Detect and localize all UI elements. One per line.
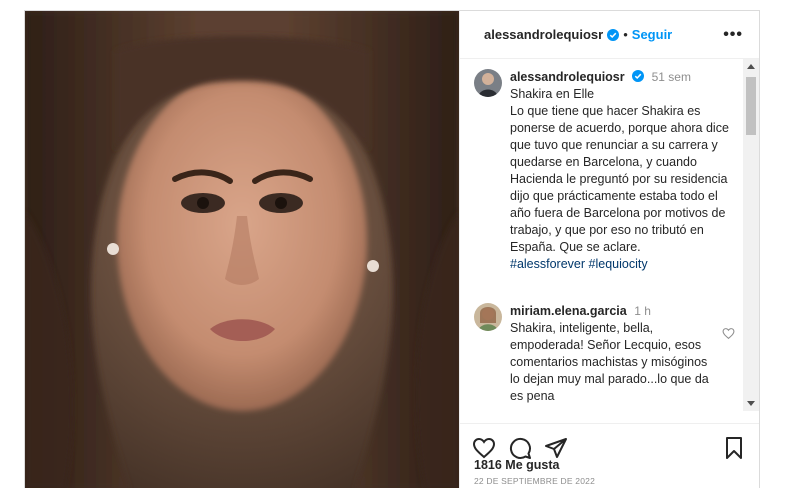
heart-icon[interactable] (472, 436, 496, 460)
post-date[interactable]: 22 DE SEPTIEMBRE DE 2022 (474, 476, 595, 486)
commenter-avatar[interactable] (474, 303, 502, 331)
author-username[interactable]: alessandrolequiosr (484, 27, 603, 42)
comment-username[interactable]: miriam.elena.garcia (510, 304, 627, 318)
likes-count[interactable]: 1816 Me gusta (474, 458, 559, 472)
instagram-post: alessandrolequiosr • Seguir ••• alessand… (24, 10, 760, 488)
more-options-icon[interactable]: ••• (723, 26, 743, 44)
comment-like-heart-icon[interactable] (722, 327, 735, 340)
scroll-thumb[interactable] (746, 77, 756, 135)
caption-text: Shakira en Elle Lo que tiene que hacer S… (510, 87, 729, 254)
author-avatar[interactable] (474, 69, 502, 97)
follow-button[interactable]: Seguir (632, 27, 672, 42)
comment-item: miriam.elena.garcia 1 h Shakira, intelig… (460, 273, 741, 405)
post-sidebar: alessandrolequiosr • Seguir ••• alessand… (459, 11, 759, 488)
caption-hashtags[interactable]: #alessforever #lequiocity (510, 256, 736, 273)
comments-list[interactable]: alessandrolequiosr 51 sem Shakira en Ell… (460, 59, 741, 411)
post-photo[interactable] (25, 11, 459, 488)
separator-dot: • (623, 27, 628, 42)
bookmark-icon[interactable] (722, 436, 746, 460)
caption: alessandrolequiosr 51 sem Shakira en Ell… (460, 59, 741, 273)
verified-badge-icon (607, 28, 620, 41)
share-icon[interactable] (544, 436, 568, 460)
caption-username[interactable]: alessandrolequiosr (510, 70, 625, 84)
scroll-down-arrow-icon[interactable] (747, 401, 755, 406)
scroll-up-arrow-icon[interactable] (747, 64, 755, 69)
comments-scrollbar[interactable] (743, 59, 759, 411)
portrait-image (25, 11, 459, 488)
post-header: alessandrolequiosr • Seguir ••• (460, 11, 759, 59)
comment-time[interactable]: 1 h (634, 304, 651, 318)
comment-text: Shakira, inteligente, bella, empoderada!… (510, 321, 709, 403)
verified-badge-icon (632, 70, 645, 82)
comment-icon[interactable] (508, 436, 532, 460)
caption-time[interactable]: 51 sem (652, 70, 691, 84)
